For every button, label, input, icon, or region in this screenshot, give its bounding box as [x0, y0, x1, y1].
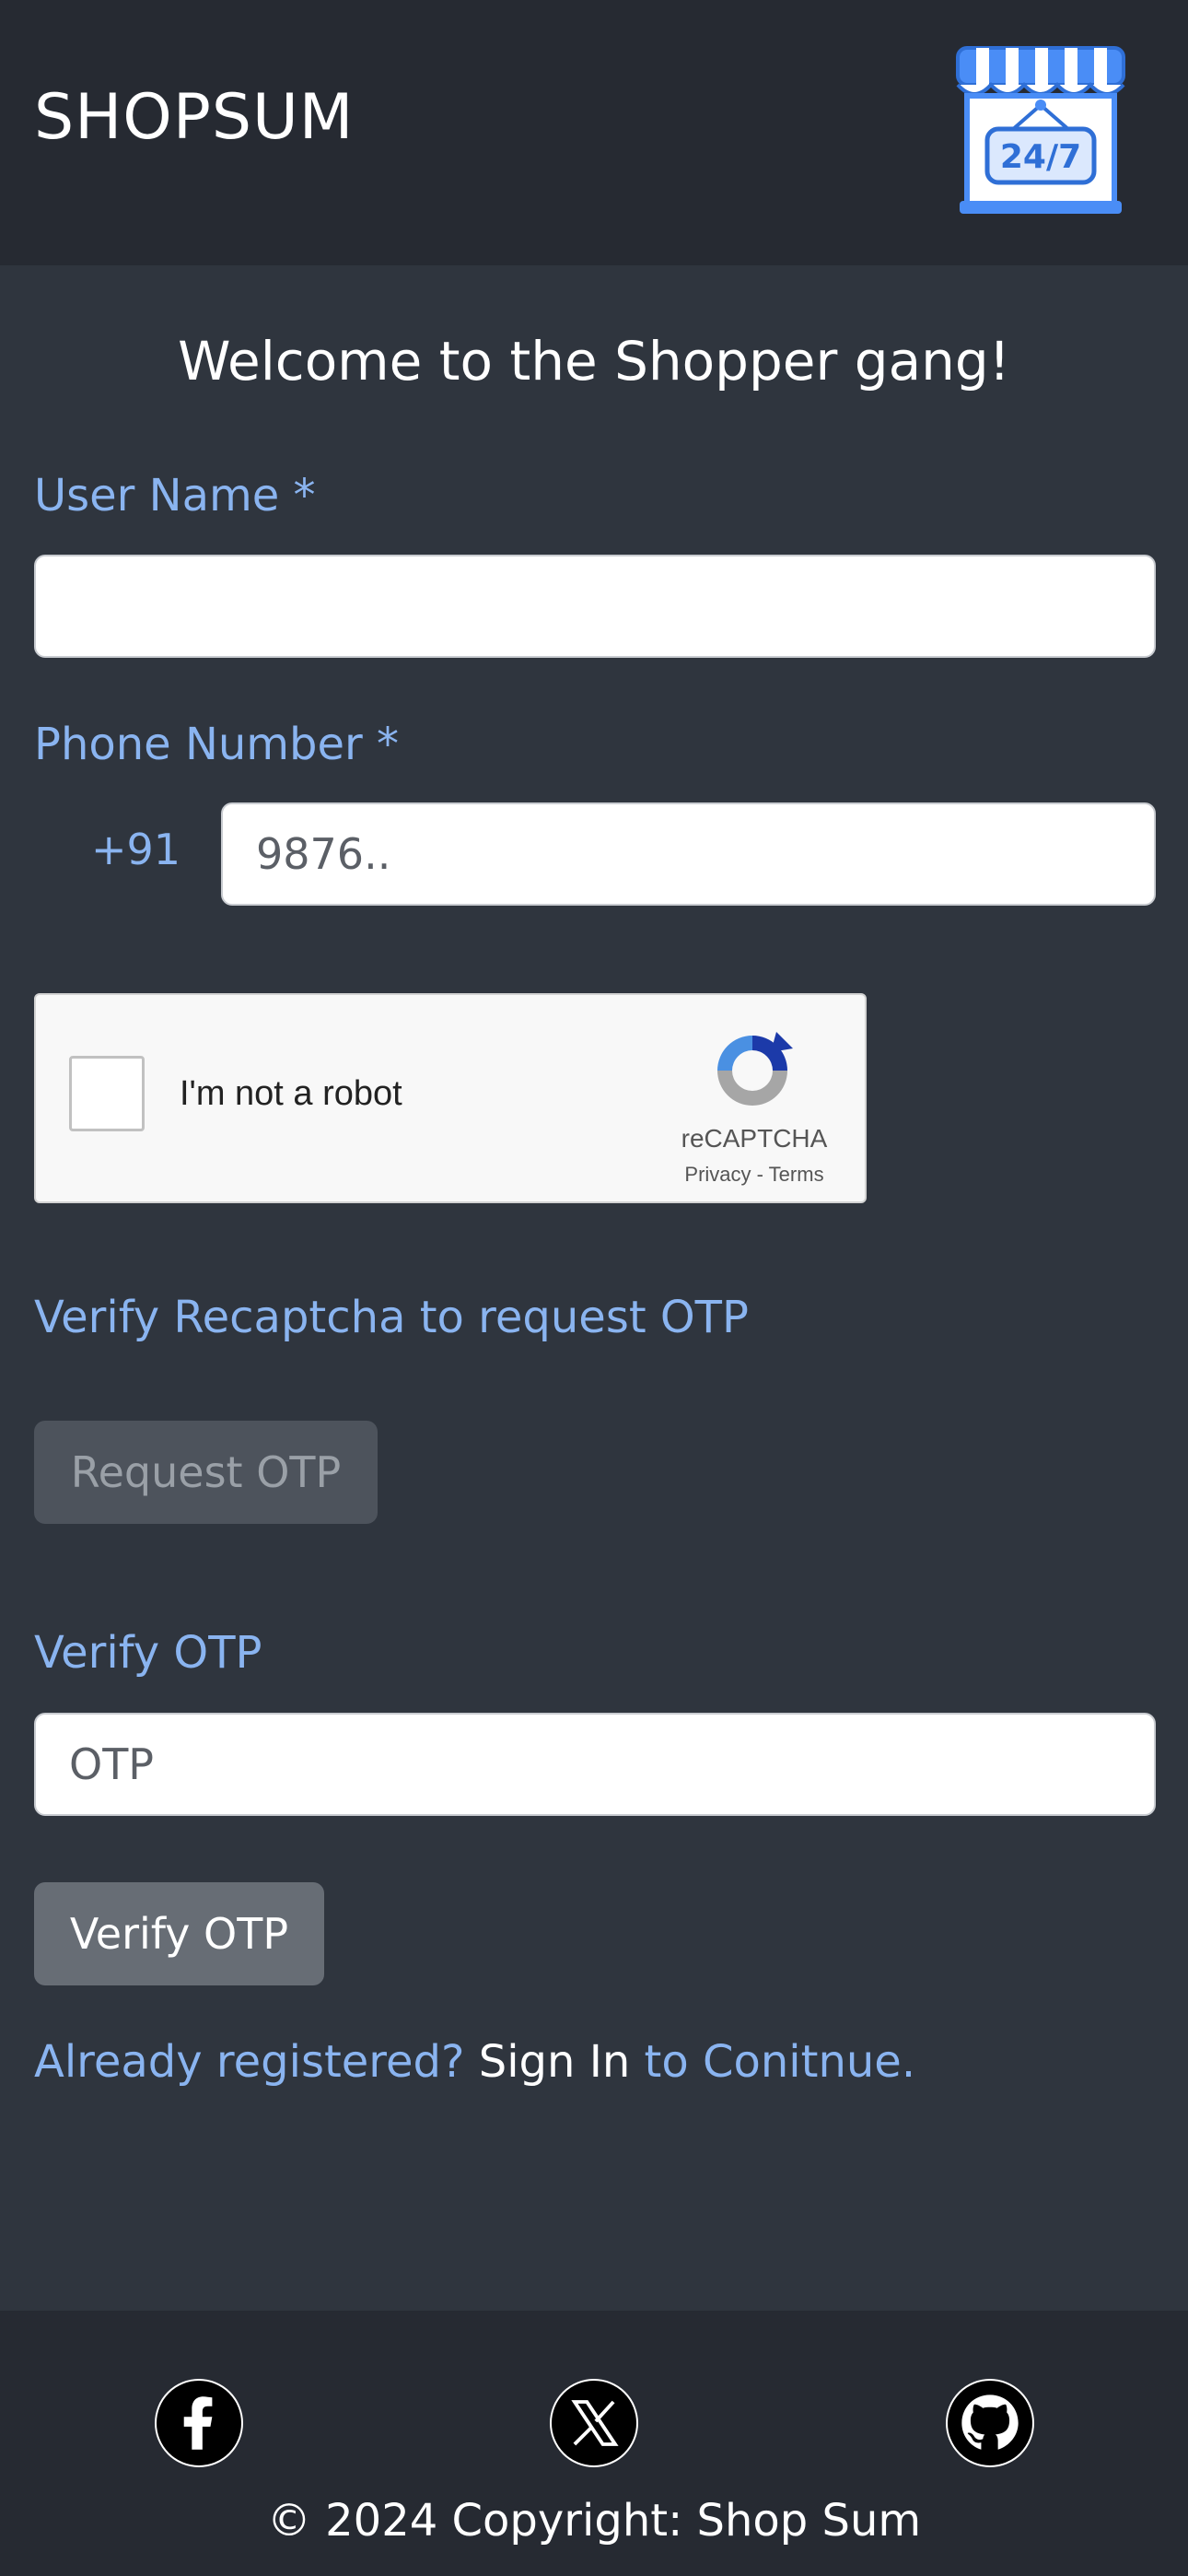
- phone-prefix: +91: [91, 825, 181, 874]
- username-input[interactable]: [34, 555, 1156, 658]
- copyright-text: © 2024 Copyright: Shop Sum: [266, 2495, 922, 2547]
- app-header: SHOPSUM 24/7: [0, 0, 1188, 265]
- otp-input[interactable]: OTP: [34, 1713, 1156, 1816]
- recaptcha-links[interactable]: Privacy - Terms: [671, 1163, 837, 1187]
- verify-otp-button[interactable]: Verify OTP: [34, 1882, 324, 1985]
- verify-otp-label: Verify OTP: [34, 1627, 262, 1679]
- github-icon[interactable]: [946, 2379, 1034, 2467]
- recaptcha-label: I'm not a robot: [180, 1074, 402, 1113]
- recaptcha-checkbox[interactable]: [69, 1056, 145, 1131]
- username-label: User Name *: [34, 470, 316, 521]
- signin-prefix: Already registered?: [34, 2036, 465, 2088]
- recaptcha-logo-icon: [717, 1032, 793, 1106]
- request-otp-button[interactable]: Request OTP: [34, 1421, 378, 1524]
- signin-link[interactable]: Sign In: [479, 2036, 631, 2088]
- captcha-hint: Verify Recaptcha to request OTP: [34, 1292, 749, 1343]
- signin-prompt: Already registered? Sign In to Conitnue.: [34, 2036, 915, 2088]
- recaptcha-widget: I'm not a robot reCAPTCHA Privacy - Term…: [34, 993, 867, 1203]
- x-twitter-icon[interactable]: [550, 2379, 638, 2467]
- store-24-7-icon: 24/7: [956, 46, 1125, 214]
- brand-title[interactable]: SHOPSUM: [34, 81, 354, 154]
- phone-input[interactable]: 9876..: [221, 802, 1156, 906]
- phone-label: Phone Number *: [34, 719, 400, 770]
- page-title: Welcome to the Shopper gang!: [178, 330, 1010, 392]
- facebook-icon[interactable]: [155, 2379, 243, 2467]
- svg-text:24/7: 24/7: [1000, 138, 1081, 176]
- signin-suffix: to Conitnue.: [644, 2036, 916, 2088]
- recaptcha-brand: reCAPTCHA: [681, 1124, 828, 1153]
